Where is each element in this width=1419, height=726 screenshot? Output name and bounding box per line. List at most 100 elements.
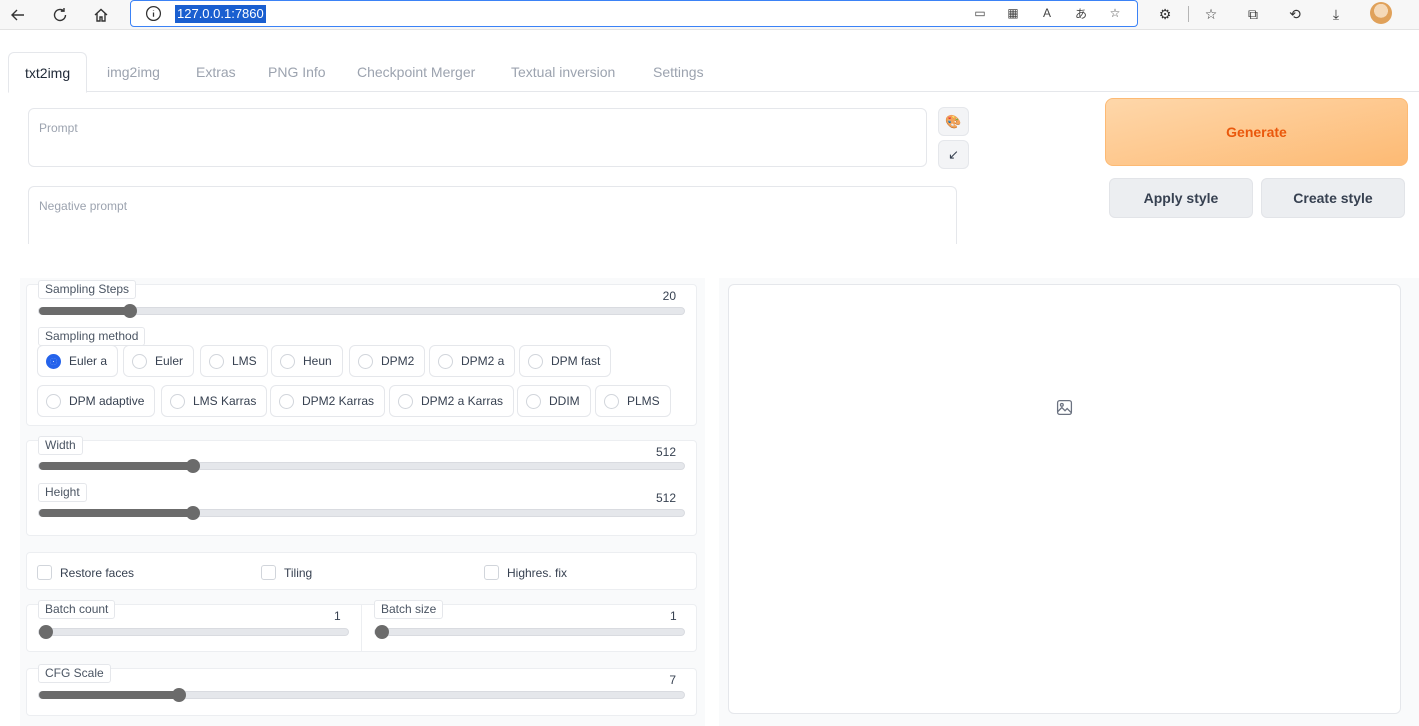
- option-label: DPM2 a Karras: [421, 394, 504, 408]
- read-aloud-icon[interactable]: A: [1038, 4, 1056, 22]
- cfg-scale-value[interactable]: 7: [669, 673, 676, 687]
- slider-thumb[interactable]: [172, 688, 186, 702]
- favorites-icon[interactable]: ☆: [1200, 3, 1222, 25]
- sampling-method-option[interactable]: Euler a: [37, 345, 119, 377]
- sampling-method-option[interactable]: DPM2: [349, 345, 426, 377]
- tab-checkpoint-merger[interactable]: Checkpoint Merger: [341, 52, 491, 92]
- height-label: Height: [38, 483, 87, 502]
- option-label: PLMS: [627, 394, 660, 408]
- width-value[interactable]: 512: [656, 445, 676, 459]
- slider-fill: [39, 509, 193, 517]
- negative-prompt-placeholder: Negative prompt: [39, 199, 128, 213]
- radio-dot: [280, 353, 295, 369]
- negative-prompt-input[interactable]: Negative prompt: [28, 186, 957, 244]
- batch-size-value[interactable]: 1: [670, 609, 677, 623]
- address-url[interactable]: 127.0.0.1:7860: [175, 5, 266, 23]
- tiling-checkbox[interactable]: Tiling: [261, 565, 312, 580]
- radio-dot: [132, 353, 147, 369]
- history-icon[interactable]: ⟲: [1284, 3, 1306, 25]
- app-available-icon[interactable]: ▭: [971, 4, 989, 22]
- sampling-method-option[interactable]: LMS Karras: [161, 385, 268, 417]
- tab-txt2img[interactable]: txt2img: [8, 52, 88, 93]
- cfg-scale-label: CFG Scale: [38, 664, 111, 683]
- image-placeholder-icon: [1056, 399, 1073, 416]
- sampling-steps-value[interactable]: 20: [663, 289, 676, 303]
- sampling-method-option[interactable]: PLMS: [595, 385, 671, 417]
- slider-fill: [39, 307, 130, 315]
- width-label: Width: [38, 436, 83, 455]
- radio-dot: [209, 353, 224, 369]
- slider-thumb[interactable]: [39, 625, 53, 639]
- radio-dot: [604, 393, 619, 409]
- radio-dot: [46, 393, 61, 409]
- tab-extras[interactable]: Extras: [180, 52, 252, 92]
- apply-style-button[interactable]: Apply style: [1109, 178, 1253, 218]
- generate-button[interactable]: Generate: [1105, 98, 1408, 166]
- radio-dot: [528, 353, 543, 369]
- sampling-steps-label: Sampling Steps: [38, 280, 137, 299]
- tab-png-info[interactable]: PNG Info: [252, 52, 342, 92]
- restore-faces-checkbox[interactable]: Restore faces: [37, 565, 134, 580]
- prompt-input[interactable]: Prompt: [28, 108, 927, 167]
- sampling-method-option[interactable]: DPM2 a: [429, 345, 516, 377]
- profile-avatar[interactable]: [1370, 2, 1392, 24]
- qr-code-icon[interactable]: ▦: [1004, 4, 1022, 22]
- checkbox-box: [261, 565, 276, 580]
- back-icon[interactable]: [6, 3, 30, 27]
- output-image-area[interactable]: [728, 284, 1401, 714]
- batch-count-label: Batch count: [38, 600, 116, 619]
- slider-thumb[interactable]: [375, 625, 389, 639]
- checkbox-label: Highres. fix: [507, 565, 568, 580]
- radio-dot: [46, 353, 61, 369]
- favorite-star-icon[interactable]: ☆: [1106, 4, 1124, 22]
- info-icon[interactable]: [145, 5, 162, 22]
- checkbox-box: [484, 565, 499, 580]
- refresh-icon[interactable]: [48, 3, 72, 27]
- batch-size-slider[interactable]: [374, 625, 685, 639]
- checkbox-box: [37, 565, 52, 580]
- batch-divider: [361, 605, 362, 651]
- downloads-icon[interactable]: ⤓: [1325, 3, 1347, 25]
- sampling-method-option[interactable]: Euler: [123, 345, 195, 377]
- radio-dot: [170, 393, 185, 409]
- radio-dot: [526, 393, 541, 409]
- batch-count-value[interactable]: 1: [334, 609, 341, 623]
- paste-style-button[interactable]: 🎨: [938, 107, 969, 136]
- highres-fix-checkbox[interactable]: Highres. fix: [484, 565, 567, 580]
- option-label: LMS: [232, 354, 257, 368]
- sampling-method-option[interactable]: DPM fast: [519, 345, 612, 377]
- sampling-method-option[interactable]: DDIM: [517, 385, 591, 417]
- translate-icon[interactable]: あ: [1072, 4, 1090, 22]
- sampling-steps-slider[interactable]: [38, 304, 685, 318]
- home-icon[interactable]: [89, 3, 113, 27]
- slider-thumb[interactable]: [186, 506, 200, 520]
- create-style-button[interactable]: Create style: [1261, 178, 1405, 218]
- slider-thumb[interactable]: [186, 459, 200, 473]
- sampling-method-option[interactable]: DPM2 a Karras: [389, 385, 515, 417]
- batch-count-slider[interactable]: [38, 625, 349, 639]
- cfg-group: CFG Scale 7: [26, 664, 697, 716]
- height-value[interactable]: 512: [656, 491, 676, 505]
- slider-thumb[interactable]: [123, 304, 137, 318]
- tab-img2img[interactable]: img2img: [91, 52, 176, 92]
- option-label: Heun: [303, 354, 332, 368]
- option-label: LMS Karras: [193, 394, 257, 408]
- sampling-group: Sampling Steps 20 Sampling method Euler …: [26, 280, 697, 426]
- tab-textual-inversion[interactable]: Textual inversion: [495, 52, 631, 92]
- sampling-method-option[interactable]: Heun: [271, 345, 343, 377]
- sampling-method-option[interactable]: LMS: [200, 345, 268, 377]
- palette-icon: 🎨: [945, 113, 962, 129]
- read-params-button[interactable]: ↙: [938, 140, 969, 169]
- option-label: Euler: [155, 354, 184, 368]
- collections-icon[interactable]: ⧉: [1242, 3, 1264, 25]
- cfg-scale-slider[interactable]: [38, 688, 685, 702]
- sampling-method-option[interactable]: DPM adaptive: [37, 385, 156, 417]
- browser-toolbar: 127.0.0.1:7860 ▭ ▦ A あ ☆ ⚙ ☆ ⧉ ⟲ ⤓: [0, 0, 1419, 30]
- tab-settings[interactable]: Settings: [637, 52, 720, 92]
- sampling-method-option[interactable]: DPM2 Karras: [270, 385, 386, 417]
- extensions-icon[interactable]: ⚙: [1154, 3, 1176, 25]
- width-slider[interactable]: [38, 459, 685, 473]
- radio-dot: [358, 353, 373, 369]
- prompt-placeholder: Prompt: [39, 121, 78, 135]
- height-slider[interactable]: [38, 506, 685, 520]
